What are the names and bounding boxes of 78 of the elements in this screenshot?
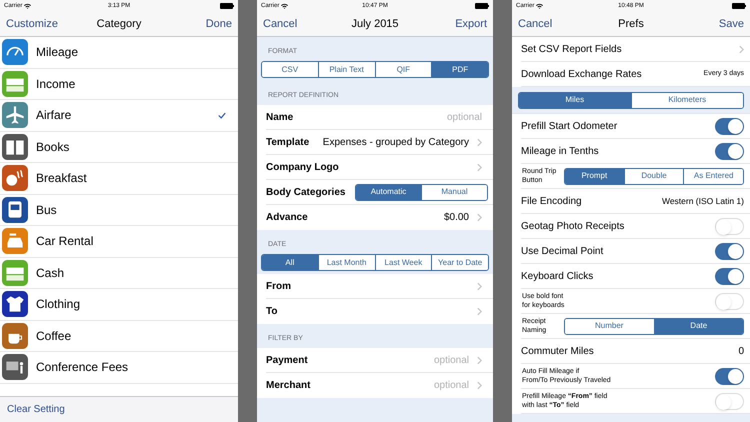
placeholder-text: optional [434, 354, 469, 368]
toggle-switch[interactable] [715, 368, 744, 384]
row-label: Name [266, 110, 294, 124]
row-value: 0 [738, 344, 744, 358]
segment-tab[interactable]: Date [654, 318, 743, 334]
row-label: Body Categories [266, 186, 346, 200]
toggle-switch[interactable] [715, 242, 744, 260]
toggle-switch[interactable] [715, 268, 744, 284]
row-label: Set CSV Report Fields [521, 42, 623, 56]
disclosure-row[interactable]: Company Logo [266, 155, 493, 180]
row-label: File Encoding [521, 194, 583, 208]
nav-left-button[interactable]: Cancel [518, 16, 552, 32]
category-label[interactable]: Books [36, 138, 230, 156]
segment-tab[interactable]: All [262, 255, 318, 270]
disclosure-row[interactable]: From [266, 274, 493, 299]
category-label[interactable]: Airfare [36, 106, 218, 124]
category-label[interactable]: Conference Fees [36, 358, 230, 376]
wifi-icon [24, 3, 32, 9]
wifi-icon [281, 3, 288, 9]
row-label: Prefill Start Odometer [521, 120, 618, 134]
category-label[interactable]: Income [36, 74, 230, 93]
row-value: $0.00 [444, 211, 469, 225]
disclosure-row[interactable]: Template Expenses - grouped by Category [266, 130, 493, 155]
segment-tab[interactable]: PDF [431, 62, 488, 77]
placeholder-text: optional [434, 379, 469, 393]
category-label[interactable]: Mileage [36, 43, 230, 62]
battery-icon [220, 3, 234, 9]
category-label[interactable]: Bus [36, 200, 230, 219]
toggle-switch[interactable] [715, 218, 744, 234]
name-field[interactable]: optional [301, 110, 482, 124]
segment-tab[interactable]: As Entered [683, 168, 743, 184]
row-value: Western (ISO Latin 1) [662, 194, 744, 208]
category-label[interactable]: Breakfast [36, 169, 230, 188]
row-label: Mileage in Tenths [521, 144, 600, 158]
segment-tab[interactable]: Manual [421, 184, 487, 200]
nav-left-button[interactable]: Cancel [263, 16, 298, 32]
chevron-icon [477, 381, 482, 390]
screen-title: Prefs [618, 16, 644, 32]
clear-setting-button[interactable]: Clear Setting [7, 402, 65, 417]
segment-tab[interactable]: Kilometers [630, 92, 743, 108]
chevron-icon [477, 307, 482, 316]
toggle-switch[interactable] [715, 392, 744, 410]
segment-tab[interactable]: Miles [519, 92, 630, 108]
screen-title: July 2015 [351, 16, 399, 32]
nav-right-button[interactable]: Done [206, 16, 232, 32]
screen-title: Category [96, 16, 142, 32]
chevron-icon [477, 356, 482, 364]
chevron-icon [477, 162, 482, 172]
toggle-switch[interactable] [715, 142, 744, 160]
chevron-icon [739, 44, 744, 54]
row-label: Keyboard Clicks [521, 270, 594, 284]
category-label[interactable]: Coffee [36, 326, 230, 345]
row-label: Geotag Photo Receipts [521, 220, 626, 234]
wifi-icon [536, 3, 544, 9]
category-label[interactable]: Clothing [36, 295, 230, 314]
segment-tab[interactable]: Prompt [565, 168, 624, 184]
disclosure-row[interactable]: Advance $0.00 [266, 205, 493, 230]
toggle-switch[interactable] [715, 292, 744, 310]
segment-tab[interactable]: Year to Date [431, 255, 488, 270]
battery-icon [475, 3, 489, 9]
nav-right-button[interactable]: Save [718, 16, 744, 32]
chevron-icon [477, 138, 482, 146]
row-value: Expenses - grouped by Category [322, 136, 469, 150]
disclosure-row[interactable]: Merchant optional [266, 373, 493, 398]
row-label: Commuter Miles [521, 344, 595, 358]
disclosure-row[interactable]: Payment optional [266, 348, 493, 373]
category-label[interactable]: Car Rental [36, 232, 230, 250]
chevron-icon [477, 282, 482, 290]
chevron-icon [477, 213, 482, 222]
segment-tab[interactable]: Automatic [356, 184, 421, 200]
category-label[interactable]: Cash [36, 264, 230, 282]
row-label: Download Exchange Rates [521, 68, 643, 82]
toggle-switch[interactable] [715, 118, 744, 134]
battery-icon [732, 3, 746, 9]
row-label: Use Decimal Point [521, 244, 604, 258]
nav-left-button[interactable]: Customize [6, 16, 58, 32]
nav-right-button[interactable]: Export [455, 16, 487, 32]
disclosure-row[interactable]: To [266, 299, 493, 324]
